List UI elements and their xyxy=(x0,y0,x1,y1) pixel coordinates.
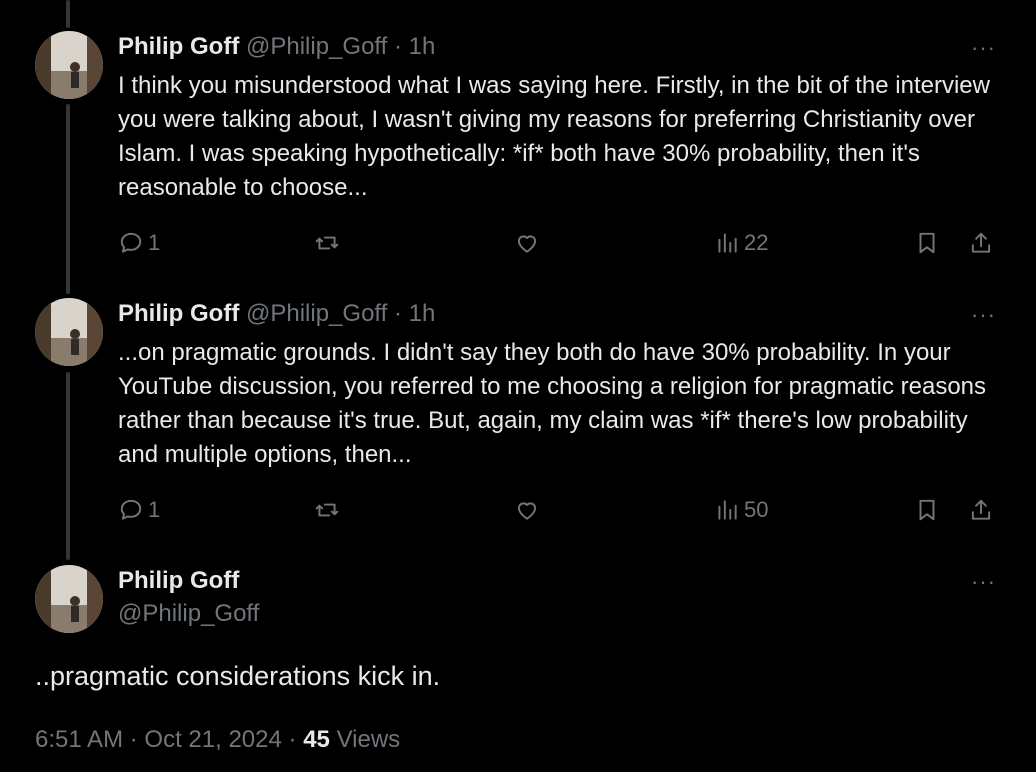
like-button[interactable] xyxy=(514,493,540,527)
retweet-button[interactable] xyxy=(314,226,340,260)
views-label: Views xyxy=(336,726,401,753)
tweet-header: Philip Goff @Philip_Goff · 1h xyxy=(118,32,435,62)
tweet-text: ...on pragmatic grounds. I didn't say th… xyxy=(118,339,987,468)
views-button[interactable]: 50 xyxy=(714,493,768,527)
tweet-time[interactable]: 1h xyxy=(409,33,436,60)
separator: · xyxy=(393,300,402,327)
tweet-time[interactable]: 1h xyxy=(409,300,436,327)
retweet-button[interactable] xyxy=(314,493,340,527)
tweet-actions: 1 22 xyxy=(118,226,998,260)
separator: · xyxy=(129,726,138,753)
more-dots-icon[interactable]: ··· xyxy=(971,571,996,593)
bookmark-button[interactable] xyxy=(914,493,940,527)
author-handle[interactable]: @Philip_Goff xyxy=(246,300,387,327)
retweet-arrows-icon xyxy=(315,236,339,250)
avatar-photo-icon xyxy=(35,298,103,366)
tweet-actions: 1 50 xyxy=(118,493,998,527)
author-name[interactable]: Philip Goff xyxy=(118,33,239,60)
share-button[interactable] xyxy=(968,493,994,527)
tweet-text: ..pragmatic considerations kick in. xyxy=(35,661,441,691)
separator: · xyxy=(288,726,297,753)
bar-chart-icon xyxy=(718,500,737,520)
tweet-header: Philip Goff @Philip_Goff · 1h xyxy=(118,299,435,329)
more-dots-icon[interactable]: ··· xyxy=(971,37,996,59)
bookmark-button[interactable] xyxy=(914,226,940,260)
reply-button[interactable]: 1 xyxy=(118,226,160,260)
bookmark-icon xyxy=(919,232,935,254)
avatar[interactable] xyxy=(35,31,103,99)
speech-bubble-icon xyxy=(120,232,142,253)
more-dots-icon[interactable]: ··· xyxy=(971,304,996,326)
author-name[interactable]: Philip Goff xyxy=(118,565,239,597)
author-handle[interactable]: @Philip_Goff xyxy=(246,33,387,60)
author-name-text: Philip Goff xyxy=(118,567,240,594)
views-count: 50 xyxy=(744,497,769,522)
speech-bubble-icon xyxy=(120,499,142,520)
views-button[interactable]: 22 xyxy=(714,226,768,260)
bar-chart-icon xyxy=(718,233,737,253)
author-handle[interactable]: @Philip_Goff xyxy=(118,598,259,630)
thread-line-top xyxy=(66,0,70,28)
avatar-photo-icon xyxy=(35,31,103,99)
avatar[interactable] xyxy=(35,565,103,633)
reply-count: 1 xyxy=(148,497,161,522)
tweet-date[interactable]: Oct 21, 2024 xyxy=(144,726,281,753)
tweet-meta: 6:51 AM · Oct 21, 2024 · 45 Views xyxy=(35,724,400,756)
avatar-photo-icon xyxy=(35,565,103,633)
like-button[interactable] xyxy=(514,226,540,260)
views-count[interactable]: 45 xyxy=(303,726,330,753)
heart-icon xyxy=(517,502,537,520)
separator: · xyxy=(393,33,402,60)
retweet-arrows-icon xyxy=(315,503,339,517)
share-upload-icon xyxy=(971,232,991,253)
reply-button[interactable]: 1 xyxy=(118,493,160,527)
author-name[interactable]: Philip Goff xyxy=(118,300,239,327)
views-count: 22 xyxy=(744,230,769,255)
bookmark-icon xyxy=(919,499,935,521)
thread-line-2 xyxy=(66,372,70,560)
heart-icon xyxy=(517,235,537,253)
share-upload-icon xyxy=(971,499,991,520)
avatar[interactable] xyxy=(35,298,103,366)
tweet-text: I think you misunderstood what I was say… xyxy=(118,72,990,201)
tweet-time[interactable]: 6:51 AM xyxy=(35,726,123,753)
thread-line-1 xyxy=(66,104,70,294)
share-button[interactable] xyxy=(968,226,994,260)
reply-count: 1 xyxy=(148,230,161,255)
